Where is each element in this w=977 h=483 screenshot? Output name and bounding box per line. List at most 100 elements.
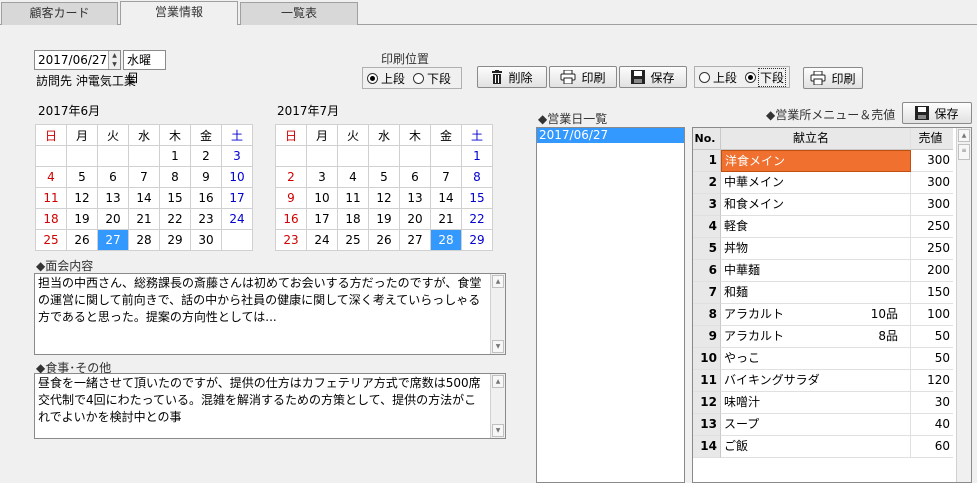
delete-button[interactable]: 削除: [477, 66, 547, 88]
calendar-day[interactable]: [430, 145, 462, 167]
calendar-day[interactable]: [128, 145, 160, 167]
calendar-day[interactable]: 12: [368, 187, 400, 209]
calendar-day[interactable]: 19: [66, 208, 98, 230]
menu-row-name[interactable]: 味噌汁: [721, 392, 911, 414]
menu-row-price[interactable]: 300: [911, 172, 953, 194]
menu-row-price[interactable]: 60: [911, 436, 953, 458]
calendar-day[interactable]: 14: [430, 187, 462, 209]
calendar-day[interactable]: 22: [461, 208, 493, 230]
calendar-day[interactable]: 28: [430, 229, 462, 251]
calendar-day[interactable]: 2: [275, 166, 307, 188]
menu-row[interactable]: 12 味噌汁 30: [693, 392, 953, 414]
calendar-day[interactable]: 20: [97, 208, 129, 230]
menu-row-name[interactable]: やっこ: [721, 348, 911, 370]
menu-row[interactable]: 4 軽食 250: [693, 216, 953, 238]
calendar-day[interactable]: 20: [399, 208, 431, 230]
calendar-day[interactable]: 9: [275, 187, 307, 209]
calendar-day[interactable]: 29: [461, 229, 493, 251]
calendar-day[interactable]: 13: [97, 187, 129, 209]
scroll-up-icon[interactable]: ▲: [492, 375, 504, 388]
menu-row[interactable]: 6 中華麺 200: [693, 260, 953, 282]
sales-day-item[interactable]: 2017/06/27: [537, 128, 684, 143]
calendar-day[interactable]: 16: [190, 187, 222, 209]
menu-scrollbar[interactable]: ▲ ≡: [956, 128, 971, 482]
menu-row-name[interactable]: アラカルト 10品: [721, 304, 911, 326]
tab-customer-card[interactable]: 顧客カード: [1, 2, 118, 25]
calendar-day[interactable]: [337, 145, 369, 167]
calendar-day[interactable]: 6: [97, 166, 129, 188]
calendar-day[interactable]: [66, 145, 98, 167]
calendar-day[interactable]: 10: [306, 187, 338, 209]
calendar-day[interactable]: 6: [399, 166, 431, 188]
menu-row-name[interactable]: アラカルト 8品: [721, 326, 911, 348]
menu-row-name[interactable]: 和麺: [721, 282, 911, 304]
calendar-day[interactable]: 22: [159, 208, 191, 230]
calendar-day[interactable]: 14: [128, 187, 160, 209]
calendar-day[interactable]: 26: [66, 229, 98, 251]
calendar-day[interactable]: 5: [368, 166, 400, 188]
menu-row-price[interactable]: 50: [911, 348, 953, 370]
menu-row-price[interactable]: 250: [911, 238, 953, 260]
calendar-day[interactable]: 21: [430, 208, 462, 230]
menu-row-price[interactable]: 300: [911, 150, 953, 172]
calendar-day[interactable]: 28: [128, 229, 160, 251]
menu-row[interactable]: 3 和食メイン 300: [693, 194, 953, 216]
calendar-day[interactable]: 3: [306, 166, 338, 188]
calendar-day[interactable]: [275, 145, 307, 167]
menu-row-price[interactable]: 50: [911, 326, 953, 348]
menu-row[interactable]: 13 スープ 40: [693, 414, 953, 436]
calendar-day[interactable]: 30: [190, 229, 222, 251]
menu-row-name[interactable]: ご飯: [721, 436, 911, 458]
date-spinner[interactable]: ▲ ▼: [108, 51, 120, 69]
calendar-day[interactable]: 11: [337, 187, 369, 209]
menu-row[interactable]: 2 中華メイン 300: [693, 172, 953, 194]
tab-sales-info[interactable]: 営業情報: [120, 1, 238, 25]
meeting-textarea[interactable]: 担当の中西さん、総務課長の斎藤さんは初めてお会いする方だったのですが、食堂の運営…: [34, 273, 506, 355]
calendar-day[interactable]: 17: [221, 187, 253, 209]
menu-row-price[interactable]: 120: [911, 370, 953, 392]
calendar-day[interactable]: 26: [368, 229, 400, 251]
calendar-day[interactable]: 2: [190, 145, 222, 167]
calendar-day[interactable]: 1: [461, 145, 493, 167]
calendar-day[interactable]: [97, 145, 129, 167]
calendar-day[interactable]: 8: [159, 166, 191, 188]
calendar-day[interactable]: 5: [66, 166, 98, 188]
calendar-day[interactable]: 7: [430, 166, 462, 188]
meeting-scrollbar[interactable]: ▲ ▼: [490, 274, 505, 354]
menu-row[interactable]: 11 バイキングサラダ 120: [693, 370, 953, 392]
menu-row[interactable]: 14 ご飯 60: [693, 436, 953, 458]
calendar-day[interactable]: 23: [190, 208, 222, 230]
scroll-down-icon[interactable]: ▼: [492, 340, 504, 353]
menu-row-price[interactable]: 250: [911, 216, 953, 238]
menu-row[interactable]: 1 洋食メイン 300: [693, 150, 953, 172]
menu-row-name[interactable]: バイキングサラダ: [721, 370, 911, 392]
calendar-day[interactable]: 15: [461, 187, 493, 209]
menu-row[interactable]: 9 アラカルト 8品 50: [693, 326, 953, 348]
menu-row[interactable]: 5 丼物 250: [693, 238, 953, 260]
menu-row-name[interactable]: 軽食: [721, 216, 911, 238]
print-position-lower-radio[interactable]: 下段: [413, 70, 451, 87]
menu-row-price[interactable]: 100: [911, 304, 953, 326]
save-button[interactable]: 保存: [619, 66, 687, 88]
menu-row-price[interactable]: 200: [911, 260, 953, 282]
menu-row-price[interactable]: 30: [911, 392, 953, 414]
menu-row-name[interactable]: 中華メイン: [721, 172, 911, 194]
calendar-day[interactable]: [368, 145, 400, 167]
calendar-day[interactable]: [306, 145, 338, 167]
scroll-up-icon[interactable]: ▲: [958, 129, 970, 142]
print-button-2[interactable]: 印刷: [803, 67, 863, 89]
print-position-upper-radio[interactable]: 上段: [367, 70, 405, 87]
calendar-day[interactable]: 25: [337, 229, 369, 251]
menu-row-name[interactable]: 和食メイン: [721, 194, 911, 216]
calendar-day[interactable]: 24: [221, 208, 253, 230]
calendar-day[interactable]: 25: [35, 229, 67, 251]
calendar-day[interactable]: [221, 229, 253, 251]
calendar-day[interactable]: 29: [159, 229, 191, 251]
menu-row-price[interactable]: 300: [911, 194, 953, 216]
calendar-day[interactable]: 27: [97, 229, 129, 251]
calendar-day[interactable]: 16: [275, 208, 307, 230]
menu-row[interactable]: 10 やっこ 50: [693, 348, 953, 370]
calendar-day[interactable]: 1: [159, 145, 191, 167]
calendar-day[interactable]: 3: [221, 145, 253, 167]
meal-textarea[interactable]: 昼食を一緒させて頂いたのですが、提供の仕方はカフェテリア方式で席数は500席交代…: [34, 373, 506, 439]
